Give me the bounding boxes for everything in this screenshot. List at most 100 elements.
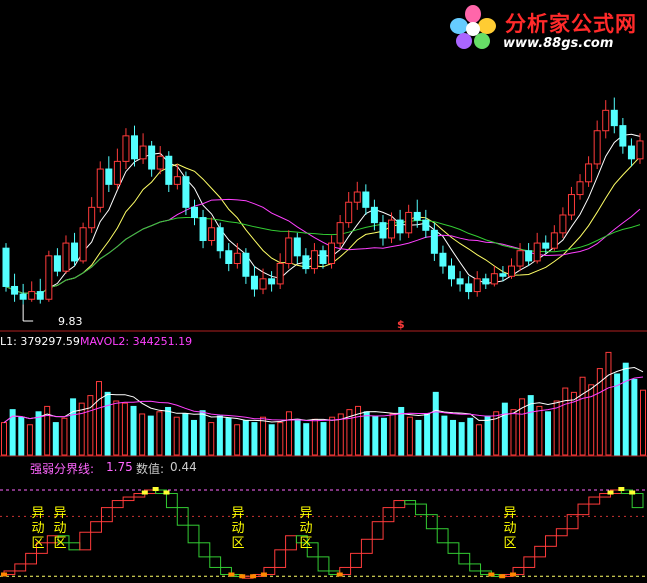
bottom-marker [260,572,267,577]
volume-bar [380,417,387,456]
volume-bar [216,415,223,456]
indicator-step [425,514,438,530]
volume-bar [87,395,94,456]
candle-body [96,168,104,208]
candle-body [62,242,70,272]
indicator-step [25,552,37,565]
candle-body [576,181,584,196]
candle-body [507,265,515,277]
candle-body [259,278,267,290]
indicator-step [122,496,135,502]
candle-body [250,275,258,290]
volume-bar [631,378,638,456]
candle-body [88,206,96,229]
candle-body [199,217,207,242]
indicator-step [436,528,449,544]
volume-bar [113,400,120,456]
candle-body [516,250,524,267]
candle-body [627,145,635,160]
candle-body [208,227,216,242]
watermark-logo: 分析家公式网 www.88gs.com [445,4,645,52]
volume-bar [199,410,206,456]
indicator-step [79,531,92,551]
volume-bar [432,391,439,456]
candle-body [242,252,250,277]
candle-body [28,291,36,300]
indicator-step [90,521,102,533]
indicator-step [393,500,406,509]
bottom-marker [239,574,246,579]
zone-label: 异动区 [31,506,45,551]
indicator-step [274,549,287,568]
candle-body [585,163,593,183]
volume-bar [424,413,431,456]
volume-bar [467,417,474,456]
candle-body [448,265,456,280]
candle-body [396,219,404,234]
bottom-marker [250,574,257,579]
volume-bar [562,387,569,456]
indicator-step [165,493,178,509]
volume-bar [165,406,172,456]
candle-body [610,109,618,127]
indicator-step [360,538,373,554]
volume-bar [363,411,370,456]
volume-bar [458,422,465,456]
zone-label: 异动区 [53,506,67,551]
candle-body [422,219,430,231]
volume-bar [52,422,59,456]
indicator-step [111,500,124,509]
candle-body [165,155,173,185]
volume-bar [251,422,258,456]
indicator-step [187,524,200,544]
candle-body [542,242,550,249]
candle-body [336,222,344,244]
price-marker: $ [397,318,405,331]
candle-body [310,250,318,270]
volume-bar [337,413,344,456]
mavol1-label: L1: 379297.59 [0,335,80,348]
candle-body [413,211,421,221]
volume-bar [1,422,7,456]
candle-body [533,242,541,262]
candle-body [593,130,601,165]
volume-bar [285,411,292,456]
mavol2-label: MAVOL2: 344251.19 [80,335,193,348]
volume-bar [579,376,586,456]
candle-body [439,252,447,267]
candle-body [276,262,284,285]
candle-body [293,237,301,257]
indicator-step [555,528,568,537]
volume-bar [501,402,508,456]
volume-bar [510,409,517,456]
candle-body [122,135,130,162]
volume-bar [121,402,128,456]
indicator-step [68,542,81,551]
candle-body [79,227,87,262]
candle-body [430,229,438,254]
candle-body [550,232,558,249]
indicator-step [469,563,482,572]
candle-body [139,145,147,160]
volume-bar [35,411,42,456]
indicator-step [588,496,601,505]
bottom-marker [499,574,506,579]
volume-bar [398,406,405,456]
bottom-marker [228,572,235,577]
indicator-step [534,545,547,558]
volume-bar [190,419,197,456]
candle-body [216,227,224,252]
candle-body [190,206,198,219]
volume-bar [415,419,422,456]
volume-bar [242,419,249,456]
indicator-step [523,556,536,568]
zone-label: 异动区 [503,506,517,551]
candle-body [113,160,121,185]
indicator-step [14,563,27,572]
watermark-title: 分析家公式网 [505,12,637,36]
volume-bar [147,415,154,456]
volume-bar [622,362,629,456]
candle-body [105,168,113,185]
top-marker [152,487,159,491]
indicator-step [350,552,362,568]
